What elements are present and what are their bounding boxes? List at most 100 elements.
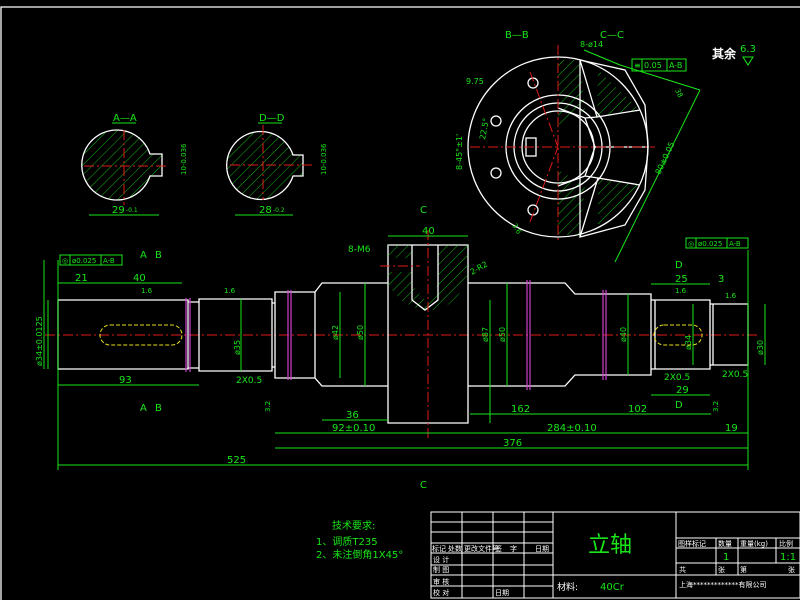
label-text: 日期	[495, 589, 509, 597]
dim-text: ø30	[756, 340, 765, 355]
section-aa-label: A—A	[113, 113, 137, 124]
dim-text: ø40	[619, 327, 628, 342]
dim-text: 3.6	[510, 222, 523, 236]
section-bb-label: B—B	[505, 30, 529, 41]
label-text: 图样标记	[678, 539, 706, 548]
roughness-label: 其余	[712, 46, 737, 61]
label-text: 张	[718, 565, 725, 574]
dim-text: 10-0.036	[320, 143, 328, 175]
label-text: 比例	[779, 539, 793, 548]
section-mark: B	[155, 250, 162, 261]
tech-req-item: 1、调质T235	[316, 536, 378, 548]
cad-drawing: A—A 29 -0.1 10-0.036 D—D 28 -0.2 10-0.03…	[0, 0, 800, 600]
dim-text: 21	[75, 273, 88, 284]
dim-text: 92±0.10	[332, 423, 375, 434]
svg-text:≡: ≡	[634, 61, 641, 70]
title-block: 标记 处数 更改文件号 签 字 日期 设 计 制 图 审 核 校 对 日期 立轴…	[430, 511, 800, 599]
dim-text: ø50	[498, 327, 507, 342]
label-text: 制 图	[433, 565, 449, 574]
runout-icon: ◎	[62, 257, 68, 265]
scale-value: 1:1	[780, 552, 796, 563]
label-text: 审 核	[433, 577, 449, 586]
dim-text: 525	[227, 455, 246, 466]
dim-text: 40	[133, 273, 146, 284]
section-dd-view: D—D 28 -0.2 10-0.036	[226, 113, 328, 216]
part-name: 立轴	[588, 533, 632, 558]
dim-text: 19	[725, 423, 738, 434]
dim-text: 376	[503, 438, 522, 449]
tol-datum: A-B	[729, 240, 741, 248]
dim-text: ø50	[356, 325, 365, 340]
dim-text: 2-R2	[469, 260, 490, 277]
section-mark: B	[155, 403, 162, 414]
runout-tolerance-frame-right: ◎ ø0.025 A-B	[685, 237, 749, 249]
section-mark: D	[675, 400, 683, 411]
label-text: 张	[788, 565, 795, 574]
section-mark: C	[420, 480, 427, 491]
drawing-canvas: A—A 29 -0.1 10-0.036 D—D 28 -0.2 10-0.03…	[0, 6, 800, 600]
label-text: 更改文件号	[464, 544, 499, 553]
section-mark: C	[420, 205, 427, 216]
dim-text: 29	[112, 205, 125, 216]
label-text: 处数	[448, 544, 462, 553]
dim-text: 36	[346, 410, 359, 421]
runout-tolerance-frame-left: ◎ ø0.025 A-B	[59, 254, 123, 266]
roughness-symbol-icon	[742, 56, 754, 66]
tol-datum: A-B	[669, 61, 682, 70]
technical-requirements: 技术要求: 1、调质T235 2、未注倒角1X45°	[316, 519, 403, 561]
section-dd-label: D—D	[259, 113, 285, 124]
symmetry-tolerance-frame: ≡ 0.05 A-B	[631, 58, 687, 72]
dim-text: 3.2	[712, 401, 720, 412]
section-mark: A	[140, 250, 147, 261]
quantity-value: 1	[723, 552, 729, 563]
section-aa-view: A—A 29 -0.1 10-0.036	[81, 113, 188, 216]
dim-text: 10-0.036	[180, 143, 188, 175]
dim-text: 8-45°±1'	[455, 134, 464, 170]
section-mark: D	[675, 260, 683, 271]
dim-text: ø35	[233, 340, 242, 355]
dim-text: 9.75	[466, 77, 484, 86]
roughness-note: 其余 6.3	[712, 44, 756, 66]
runout-icon: ◎	[688, 240, 694, 248]
dim-text: 284±0.10	[547, 423, 597, 434]
section-mark: A	[140, 403, 147, 414]
dim-text: 25	[675, 274, 688, 285]
dim-text: ø34	[684, 335, 693, 350]
label-text: 数量	[718, 539, 732, 548]
dim-text: 29	[676, 385, 689, 396]
dim-text: 8-M6	[348, 245, 371, 255]
dim-text: ø42	[331, 325, 340, 340]
dim-text: 2X0.5	[664, 373, 690, 383]
label-text: 第	[740, 565, 747, 574]
roughness-value: 6.3	[740, 44, 756, 55]
dim-text: 102	[628, 404, 647, 415]
dim-text: -0.2	[273, 207, 285, 214]
dim-text: 80±0.05	[654, 141, 677, 176]
dim-text: 93	[119, 375, 132, 386]
dim-text: 38	[673, 87, 684, 98]
tol-value: 0.05	[644, 61, 662, 70]
label-text: 签	[495, 544, 502, 553]
tol-value: ø0.025	[698, 240, 722, 248]
dim-text: 1.6	[675, 287, 687, 295]
tech-req-title: 技术要求:	[332, 519, 375, 532]
label-text: 材料:	[557, 581, 578, 593]
label-text: 标记	[432, 544, 446, 553]
tol-value: ø0.025	[72, 257, 96, 265]
section-bb-cc-view: B—B C—C 8-ø14 9.75 8-45°±1' 22.5° 80±0.0…	[455, 30, 701, 263]
tech-req-item: 2、未注倒角1X45°	[316, 548, 403, 561]
company-name: 上海*************有限公司	[679, 580, 767, 589]
dim-text: 2X0.5	[722, 370, 748, 380]
label-text: 设 计	[433, 555, 449, 564]
section-cc-label: C—C	[600, 30, 624, 41]
dim-text: ø87	[481, 327, 490, 342]
dim-text: 1.6	[141, 287, 153, 295]
dim-text: 3.2	[264, 401, 272, 412]
label-text: 字	[510, 544, 517, 553]
dim-text: -0.1	[126, 207, 138, 214]
dim-text: ø34±0.0125	[35, 316, 44, 366]
label-text: 校 对	[433, 588, 449, 597]
dim-text: 28	[259, 205, 272, 216]
dim-text: 8-ø14	[580, 40, 603, 49]
label-text: 共	[679, 565, 686, 574]
